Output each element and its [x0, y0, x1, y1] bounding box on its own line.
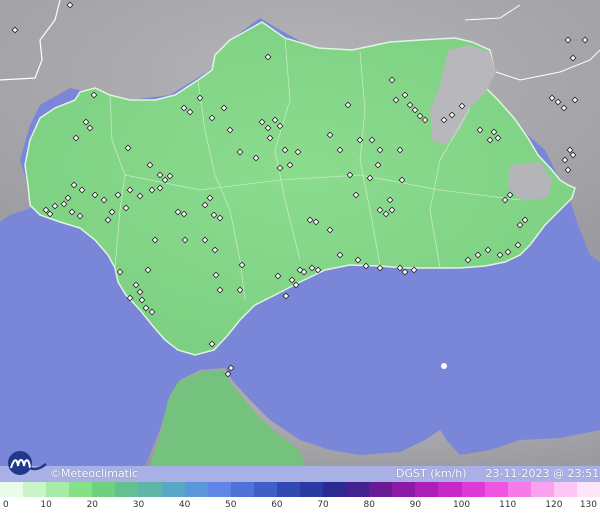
color-scale-swatch: [323, 482, 347, 497]
color-scale-swatch: [415, 482, 439, 497]
color-scale-swatch: [253, 482, 277, 497]
timestamp: 23-11-2023 @ 23:51 UTC: [485, 467, 600, 480]
wind-gust-map[interactable]: [0, 0, 600, 466]
color-scale-tick: 30: [132, 500, 145, 510]
color-scale-swatch: [46, 482, 70, 497]
color-scale-tick: 110: [499, 500, 517, 510]
color-scale-swatch: [23, 482, 47, 497]
color-scale-swatch: [507, 482, 531, 497]
color-scale-swatch: [300, 482, 324, 497]
color-scale-swatch: [346, 482, 370, 497]
island-marker: [441, 363, 447, 369]
color-scale-tick: 40: [178, 500, 191, 510]
color-scale-swatch: [138, 482, 162, 497]
color-scale-swatch: [369, 482, 393, 497]
color-scale-labels: 0 10 20 30 40 50 60 70 80 90 100 110 120 130: [0, 497, 600, 517]
color-scale-tick: 20: [86, 500, 99, 510]
color-scale-tick: 10: [40, 500, 52, 510]
color-scale-tick: 90: [409, 500, 422, 510]
parameter-name: DGST (km/h): [396, 467, 467, 480]
brand-name: ©Meteoclimatic: [50, 467, 139, 480]
color-scale-tick: 70: [317, 500, 329, 510]
parameter-label: DGST (km/h) 23-11-2023 @ 23:51 UTC: [396, 467, 600, 480]
color-scale-tick: 80: [363, 500, 375, 510]
color-scale-swatch: [438, 482, 462, 497]
color-scale-swatch: [0, 482, 24, 497]
color-scale-tick: 50: [225, 500, 237, 510]
color-scale-swatch: [115, 482, 139, 497]
color-scale-swatch: [461, 482, 485, 497]
color-scale-swatch: [161, 482, 185, 497]
color-scale-tick: 0: [3, 500, 9, 510]
color-scale-swatch: [276, 482, 301, 497]
color-scale-tick: 60: [271, 500, 283, 510]
color-scale-bar: [0, 482, 600, 497]
color-scale-swatch: [484, 482, 508, 497]
color-scale-swatch: [92, 482, 116, 497]
color-scale-swatch: [230, 482, 254, 497]
color-scale-swatch: [576, 482, 600, 497]
color-scale-tick: 120: [545, 500, 563, 510]
color-scale-swatch: [69, 482, 93, 497]
color-scale-tick: 100: [452, 500, 471, 510]
color-scale-swatch: [184, 482, 208, 497]
color-scale-swatch: [207, 482, 231, 497]
color-scale-swatch: [553, 482, 577, 497]
color-scale-swatch: [392, 482, 416, 497]
color-scale-tick: 130: [579, 500, 597, 510]
meteoclimatic-logo-icon: [8, 451, 47, 475]
color-scale-swatch: [530, 482, 554, 497]
